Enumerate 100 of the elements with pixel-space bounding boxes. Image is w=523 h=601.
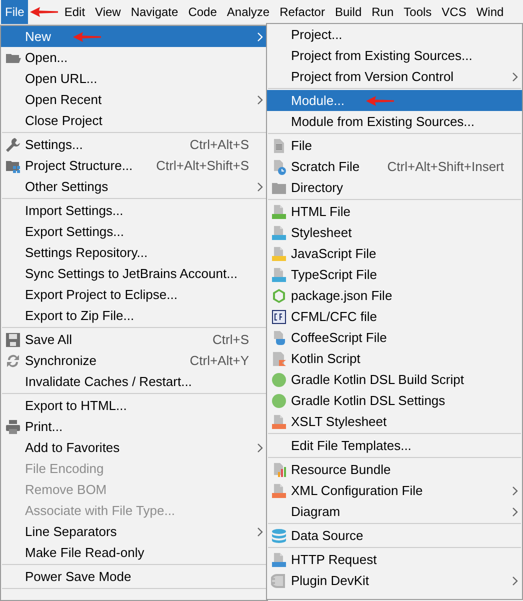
menu-bar-item[interactable]: Refactor xyxy=(276,0,329,24)
menu-item[interactable]: File xyxy=(267,135,522,156)
menu-item-label: Gradle Kotlin DSL Build Script xyxy=(291,370,464,389)
menu-item[interactable]: Make File Read-only xyxy=(1,542,267,563)
menu-item-label: Data Source xyxy=(291,526,364,545)
menu-item[interactable]: Plugin DevKit xyxy=(267,570,522,591)
menu-item-label: File xyxy=(291,136,312,155)
menu-item-label: Power Save Mode xyxy=(25,568,132,586)
menu-item[interactable]: Invalidate Caches / Restart... xyxy=(1,371,267,392)
menu-item[interactable]: Open URL... xyxy=(1,68,267,89)
menu-bar-item[interactable]: Build xyxy=(330,0,366,24)
menu-item-label: Settings... xyxy=(25,136,83,154)
menu-bar-item[interactable]: Run xyxy=(368,0,398,24)
menu-bar-item[interactable]: Code xyxy=(184,0,221,24)
menu-item[interactable]: Edit File Templates... xyxy=(267,435,522,456)
menu-item[interactable]: Module from Existing Sources... xyxy=(267,111,522,132)
menu-item-label: Settings Repository... xyxy=(25,244,148,262)
menu-item[interactable]: HTML File xyxy=(267,201,522,222)
shortcut-label: Ctrl+Alt+Shift+Insert xyxy=(387,158,504,176)
menu-bar-item[interactable]: Wind xyxy=(472,0,508,24)
menu-item-label: Open... xyxy=(25,48,68,67)
menu-item[interactable]: Project... xyxy=(267,24,522,45)
menu-bar-item[interactable]: Edit xyxy=(60,0,90,24)
menu-bar-item[interactable]: Navigate xyxy=(126,0,182,24)
menu-item[interactable]: Other Settings xyxy=(1,176,267,197)
menu-item[interactable]: XML Configuration File xyxy=(267,480,522,501)
menu-item-label: File Encoding xyxy=(25,460,104,478)
menu-item[interactable]: Directory xyxy=(267,177,522,198)
menu-item-label: New xyxy=(25,28,52,46)
menu-bar-item[interactable]: Analyze xyxy=(222,0,274,24)
menu-item[interactable]: Settings... Ctrl+Alt+S xyxy=(1,134,267,155)
menu-item[interactable]: CFML/CFC file xyxy=(267,306,522,327)
menu-item[interactable]: Module... xyxy=(267,90,522,111)
menu-item-label: Scratch File xyxy=(291,158,360,176)
menu-item[interactable]: Import Settings... xyxy=(1,200,267,221)
menu-item-label: Resource Bundle xyxy=(291,460,391,479)
menu-item[interactable]: Open Recent xyxy=(1,89,267,110)
menu-item[interactable]: Project Structure... Ctrl+Alt+Shift+S xyxy=(1,155,267,176)
menu-item[interactable]: Power Save Mode xyxy=(1,566,267,587)
menu-item-label: Diagram xyxy=(291,502,340,521)
menu-item[interactable]: Export to Zip File... xyxy=(1,305,267,326)
menu-item-label: HTTP Request xyxy=(291,550,377,569)
menu-item-label: Invalidate Caches / Restart... xyxy=(25,372,192,391)
menu-item[interactable]: Print... xyxy=(1,416,267,437)
menu-bar-item[interactable]: Tools xyxy=(400,0,436,24)
menu-item[interactable]: Kotlin Script xyxy=(267,348,522,369)
menu-item-label: Synchronize xyxy=(25,352,97,370)
menu-item[interactable]: Diagram xyxy=(267,501,522,522)
menu-item-label: HTML File xyxy=(291,202,350,221)
menu-item[interactable]: CoffeeScript File xyxy=(267,327,522,348)
menu-item-label: Other Settings xyxy=(25,178,108,196)
menu-item[interactable]: Project from Version Control xyxy=(267,66,522,87)
menu-item[interactable]: Export Project to Eclipse... xyxy=(1,284,267,305)
menu-item-label: Sync Settings to JetBrains Account... xyxy=(25,264,238,283)
menu-bar-item[interactable]: VCS xyxy=(438,0,470,24)
menu-item[interactable]: Sync Settings to JetBrains Account... xyxy=(1,263,267,284)
menu-item-label: Close Project xyxy=(25,112,102,130)
menu-item[interactable]: Save All Ctrl+S xyxy=(1,329,267,350)
shortcut-label: Ctrl+S xyxy=(212,330,249,349)
file-icon xyxy=(271,138,287,154)
menu-item[interactable]: New xyxy=(1,26,267,47)
menu-item[interactable]: TypeScript File xyxy=(267,264,522,285)
menu-item[interactable]: Synchronize Ctrl+Alt+Y xyxy=(1,350,267,371)
menu-item-label: Import Settings... xyxy=(25,202,124,220)
menu-item[interactable]: Open... xyxy=(1,47,267,68)
shortcut-label: Ctrl+Alt+S xyxy=(190,136,249,154)
menu-item-label: Remove BOM xyxy=(25,480,107,499)
menu-item-label: Export Project to Eclipse... xyxy=(25,286,178,304)
menu-item[interactable]: Stylesheet xyxy=(267,222,522,243)
menu-item-label: XSLT Stylesheet xyxy=(291,412,387,431)
menu-item[interactable]: Project from Existing Sources... xyxy=(267,45,522,66)
menu-item[interactable]: JavaScript File xyxy=(267,243,522,264)
menu-bar-item[interactable]: View xyxy=(91,0,125,24)
menu-item[interactable]: Close Project xyxy=(1,110,267,131)
wrench-icon xyxy=(5,136,21,152)
menu-item[interactable]: XSLT Stylesheet xyxy=(267,411,522,432)
menu-item[interactable]: Export Settings... xyxy=(1,221,267,242)
menu-item-label: TypeScript File xyxy=(291,266,377,284)
menu-item[interactable]: Gradle Kotlin DSL Settings xyxy=(267,390,522,411)
menu-item[interactable]: Line Separators xyxy=(1,521,267,542)
menu-item-label: Print... xyxy=(25,418,63,436)
shortcut-label: Ctrl+Alt+Y xyxy=(190,352,249,370)
menu-item[interactable]: Gradle Kotlin DSL Build Script xyxy=(267,369,522,390)
menu-item[interactable]: Scratch File Ctrl+Alt+Shift+Insert xyxy=(267,156,522,177)
menu-item[interactable]: Data Source xyxy=(267,525,522,546)
menu-item-label: Directory xyxy=(291,178,344,197)
menu-item[interactable]: Export to HTML... xyxy=(1,395,267,416)
menu-item[interactable]: Add to Favorites xyxy=(1,437,267,458)
save-icon xyxy=(5,332,21,348)
menu-item[interactable]: Settings Repository... xyxy=(1,242,267,263)
menu-item[interactable]: HTTP Request xyxy=(267,549,522,570)
database-icon xyxy=(271,528,287,544)
menu-item-label: Project from Version Control xyxy=(291,68,454,86)
menu-item-label: CoffeeScript File xyxy=(291,328,387,347)
menu-item[interactable]: Resource Bundle xyxy=(267,459,522,480)
menu-item-label: Open URL... xyxy=(25,70,98,88)
menu-item-label: Add to Favorites xyxy=(25,438,120,457)
menu-item[interactable]: package.json File xyxy=(267,285,522,306)
menu-bar-item[interactable]: File xyxy=(1,0,28,24)
menu-item-label: Export Settings... xyxy=(25,222,124,241)
